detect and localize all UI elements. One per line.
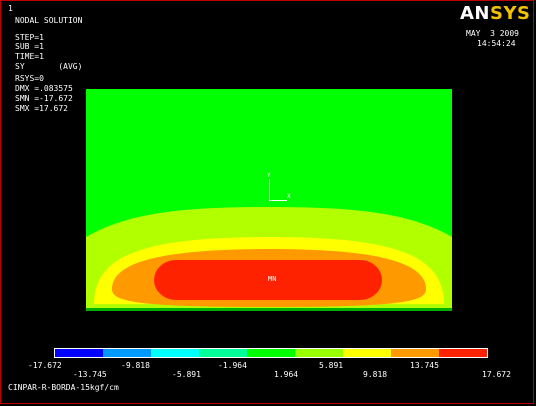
info-rsys: RSYS=0 xyxy=(15,74,44,83)
legend-swatch-7 xyxy=(343,349,391,357)
window-number: 1 xyxy=(8,4,13,13)
info-dmx: DMX =.083575 xyxy=(15,84,73,93)
info-smx: SMX =17.672 xyxy=(15,104,68,113)
legend-swatch-3 xyxy=(151,349,199,357)
info-time: TIME=1 xyxy=(15,52,44,61)
legend-swatch-6 xyxy=(295,349,343,357)
tick-2: -13.745 xyxy=(73,370,107,379)
legend-swatch-2 xyxy=(103,349,151,357)
bottom-edge xyxy=(86,308,452,311)
info-sy: SY (AVG) xyxy=(15,62,83,71)
caption: CINPAR-R-BORDA-15kgf/cm xyxy=(8,383,119,392)
tick-9: 13.745 xyxy=(410,361,439,370)
info-smn: SMN =-17.672 xyxy=(15,94,73,103)
time-label: 14:54:24 xyxy=(477,39,516,48)
ansys-logo: ANSYS xyxy=(460,3,531,24)
triad-x-label: X xyxy=(287,193,291,200)
date-label: MAY 3 2009 xyxy=(466,29,519,38)
contour-plot: MN Y X xyxy=(86,89,452,311)
legend-swatch-8 xyxy=(391,349,439,357)
mn-marker: MN xyxy=(268,275,277,283)
tick-6: 1.964 xyxy=(274,370,299,379)
tick-4: -5.891 xyxy=(172,370,201,379)
tick-3: -9.818 xyxy=(121,361,150,370)
triad-y-label: Y xyxy=(267,172,271,179)
info-step: STEP=1 xyxy=(15,33,44,42)
legend-swatch-1 xyxy=(55,349,103,357)
tick-8: 9.818 xyxy=(363,370,388,379)
legend-swatch-5 xyxy=(247,349,295,357)
plot-title: NODAL SOLUTION xyxy=(15,16,83,25)
color-legend xyxy=(54,348,488,358)
tick-5: -1.964 xyxy=(218,361,247,370)
tick-10: 17.672 xyxy=(482,370,511,379)
tick-1: -17.672 xyxy=(28,361,62,370)
info-sub: SUB =1 xyxy=(15,42,44,51)
triad-y-axis xyxy=(269,179,270,201)
triad-x-axis xyxy=(269,200,287,201)
tick-7: 5.891 xyxy=(319,361,344,370)
legend-swatch-4 xyxy=(199,349,247,357)
legend-swatch-9 xyxy=(439,349,487,357)
